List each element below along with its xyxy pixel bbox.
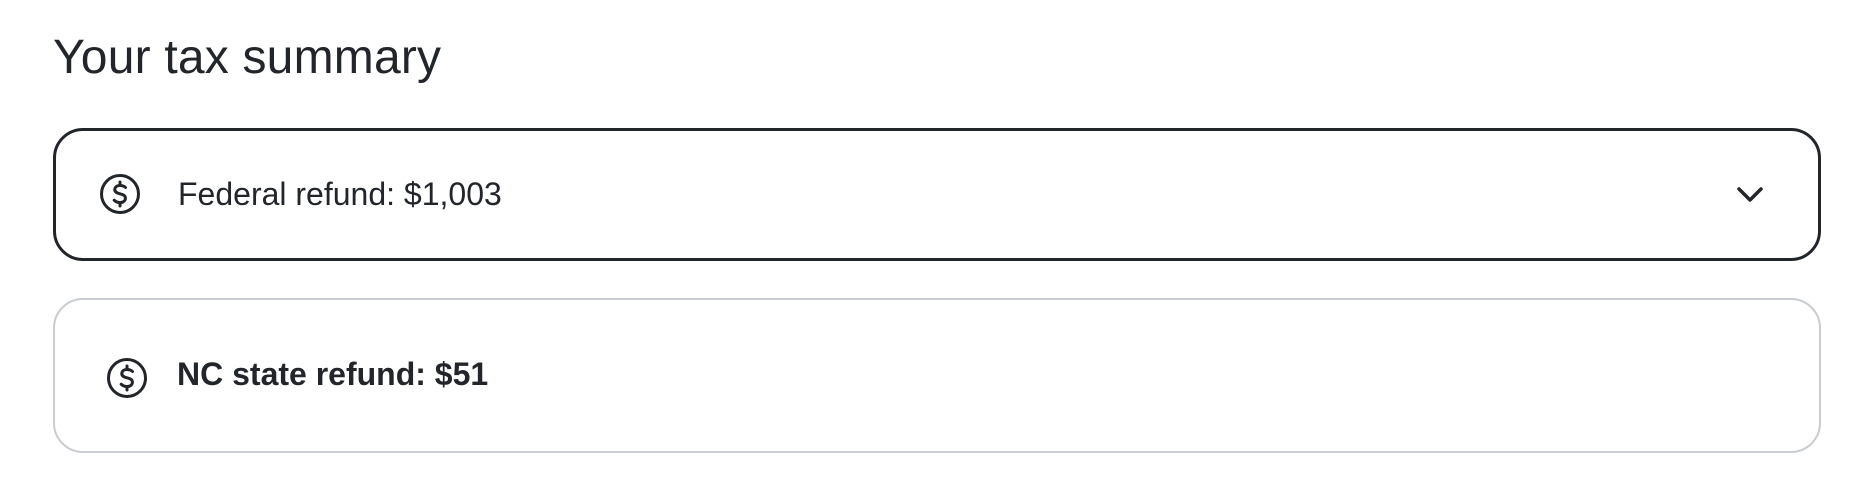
dollar-circle-icon — [105, 356, 149, 400]
page-title: Your tax summary — [53, 31, 442, 84]
state-refund-card: NC state refund: $51 — [53, 298, 1821, 453]
state-refund-label: NC state refund: $51 — [177, 356, 489, 392]
dollar-circle-icon — [98, 172, 142, 216]
chevron-down-icon[interactable] — [1732, 177, 1768, 213]
federal-refund-card[interactable]: Federal refund: $1,003 — [53, 128, 1821, 261]
federal-refund-label: Federal refund: $1,003 — [178, 176, 502, 212]
